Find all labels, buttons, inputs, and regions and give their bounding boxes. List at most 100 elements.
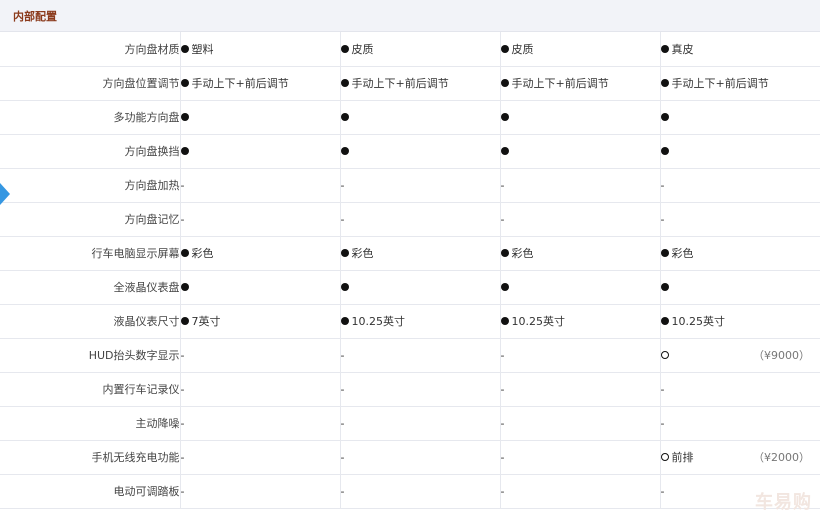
spec-value-cell: 10.25英寸: [500, 304, 661, 339]
spec-value-cell: 塑料: [180, 32, 341, 67]
spec-value-cell: -: [340, 168, 501, 203]
standard-equipment-dot-icon: [180, 249, 189, 257]
spec-value-cell: -: [500, 372, 661, 407]
spec-value-cell: 手动上下+前后调节: [340, 66, 501, 101]
spec-value-text: -: [500, 450, 505, 464]
spec-value-cell: -: [660, 406, 820, 441]
spec-value-text: 彩色: [671, 247, 694, 260]
spec-value-text: 塑料: [191, 42, 214, 56]
standard-equipment-dot-icon: [340, 249, 349, 257]
option-price: （¥2000）: [753, 451, 810, 464]
spec-value-cell: -: [660, 168, 820, 203]
spec-value-cell: -: [180, 372, 341, 407]
spec-value-text: -: [340, 416, 345, 430]
standard-equipment-dot-icon: [180, 283, 189, 291]
spec-value-text: -: [180, 178, 185, 192]
spec-label: 全液晶仪表盘: [0, 270, 181, 305]
spec-label: 方向盘加热: [0, 168, 181, 203]
spec-value-text: 手动上下+前后调节: [351, 77, 449, 90]
spec-value-text: 真皮: [671, 42, 694, 56]
standard-equipment-dot-icon: [180, 79, 189, 87]
spec-value-text: -: [500, 382, 505, 396]
spec-label: 方向盘记忆: [0, 202, 181, 237]
spec-value-cell: [660, 134, 820, 169]
spec-value-text: -: [340, 348, 345, 362]
standard-equipment-dot-icon: [180, 147, 189, 155]
spec-row: 主动降噪 - - - -: [0, 406, 820, 441]
spec-value-text: -: [500, 178, 505, 192]
standard-equipment-dot-icon: [660, 79, 669, 87]
nav-arrow-icon[interactable]: [0, 183, 10, 205]
spec-value-text: -: [180, 416, 185, 430]
spec-label: HUD抬头数字显示: [0, 338, 181, 373]
spec-table-body: 方向盘材质 塑料 皮质 皮质 真皮 方向盘位置调节 手动上下+前后调节 手动上下+前后调节 手动…: [0, 32, 820, 509]
spec-value-cell: -: [340, 372, 501, 407]
spec-value-cell: -: [340, 202, 501, 237]
spec-value-cell: [180, 270, 341, 305]
spec-value-cell: -: [500, 440, 661, 475]
spec-label: 方向盘位置调节: [0, 66, 181, 101]
standard-equipment-dot-icon: [180, 44, 189, 53]
spec-label: 电动可调踏板: [0, 474, 181, 509]
standard-equipment-dot-icon: [660, 44, 669, 53]
spec-value-text: 10.25英寸: [511, 315, 566, 328]
spec-value-text: -: [180, 212, 185, 226]
standard-equipment-dot-icon: [660, 317, 669, 325]
spec-row: HUD抬头数字显示 - - - （¥9000）: [0, 338, 820, 373]
spec-row: 液晶仪表尺寸 7英寸 10.25英寸 10.25英寸 10.25英寸: [0, 304, 820, 339]
standard-equipment-dot-icon: [660, 283, 669, 291]
spec-row: 方向盘材质 塑料 皮质 皮质 真皮: [0, 32, 820, 67]
spec-value-cell: [500, 134, 661, 169]
spec-value-text: -: [500, 416, 505, 430]
spec-value-cell: [340, 134, 501, 169]
spec-value-text: -: [340, 484, 345, 498]
option-price: （¥9000）: [753, 349, 810, 362]
spec-value-cell: -: [180, 168, 341, 203]
spec-value-cell: -: [500, 168, 661, 203]
standard-equipment-dot-icon: [500, 44, 509, 53]
spec-value-cell: [500, 270, 661, 305]
spec-value-cell: 手动上下+前后调节: [180, 66, 341, 101]
spec-row: 行车电脑显示屏幕 彩色 彩色 彩色 彩色: [0, 236, 820, 271]
standard-equipment-dot-icon: [340, 113, 349, 121]
spec-value-cell: 皮质: [500, 32, 661, 67]
spec-value-cell: 10.25英寸: [660, 304, 820, 339]
spec-label: 行车电脑显示屏幕: [0, 236, 181, 271]
standard-equipment-dot-icon: [500, 79, 509, 87]
spec-value-text: -: [660, 212, 665, 226]
spec-value-text: 皮质: [511, 42, 534, 56]
spec-value-cell: -: [340, 406, 501, 441]
spec-value-text: 皮质: [351, 42, 374, 56]
section-header: 内部配置: [0, 0, 820, 32]
optional-equipment-circle-icon: [660, 453, 669, 461]
spec-label: 多功能方向盘: [0, 100, 181, 135]
spec-value-cell: -: [180, 202, 341, 237]
spec-value-cell: -: [500, 406, 661, 441]
spec-value-text: 手动上下+前后调节: [191, 77, 289, 90]
spec-value-cell: 真皮: [660, 32, 820, 67]
spec-row: 方向盘记忆 - - - -: [0, 202, 820, 237]
spec-value-cell: 彩色: [500, 236, 661, 271]
standard-equipment-dot-icon: [660, 249, 669, 257]
spec-value-cell: 彩色: [340, 236, 501, 271]
spec-row: 方向盘加热 - - - -: [0, 168, 820, 203]
spec-label: 液晶仪表尺寸: [0, 304, 181, 339]
standard-equipment-dot-icon: [500, 249, 509, 257]
spec-value-cell: [660, 270, 820, 305]
spec-value-text: -: [500, 212, 505, 226]
spec-value-text: 彩色: [191, 247, 214, 260]
spec-label: 内置行车记录仪: [0, 372, 181, 407]
standard-equipment-dot-icon: [340, 44, 349, 53]
spec-value-cell: -: [500, 338, 661, 373]
spec-value-text: -: [180, 382, 185, 396]
spec-label: 主动降噪: [0, 406, 181, 441]
standard-equipment-dot-icon: [180, 113, 189, 121]
spec-value-cell: 手动上下+前后调节: [500, 66, 661, 101]
spec-value-text: -: [340, 212, 345, 226]
spec-value-cell: （¥9000）: [660, 338, 820, 373]
spec-value-text: 彩色: [511, 247, 534, 260]
spec-value-text: 10.25英寸: [351, 315, 406, 328]
spec-row: 方向盘位置调节 手动上下+前后调节 手动上下+前后调节 手动上下+前后调节 手动上下+前…: [0, 66, 820, 101]
spec-value-text: -: [500, 484, 505, 498]
spec-value-text: -: [180, 484, 185, 498]
